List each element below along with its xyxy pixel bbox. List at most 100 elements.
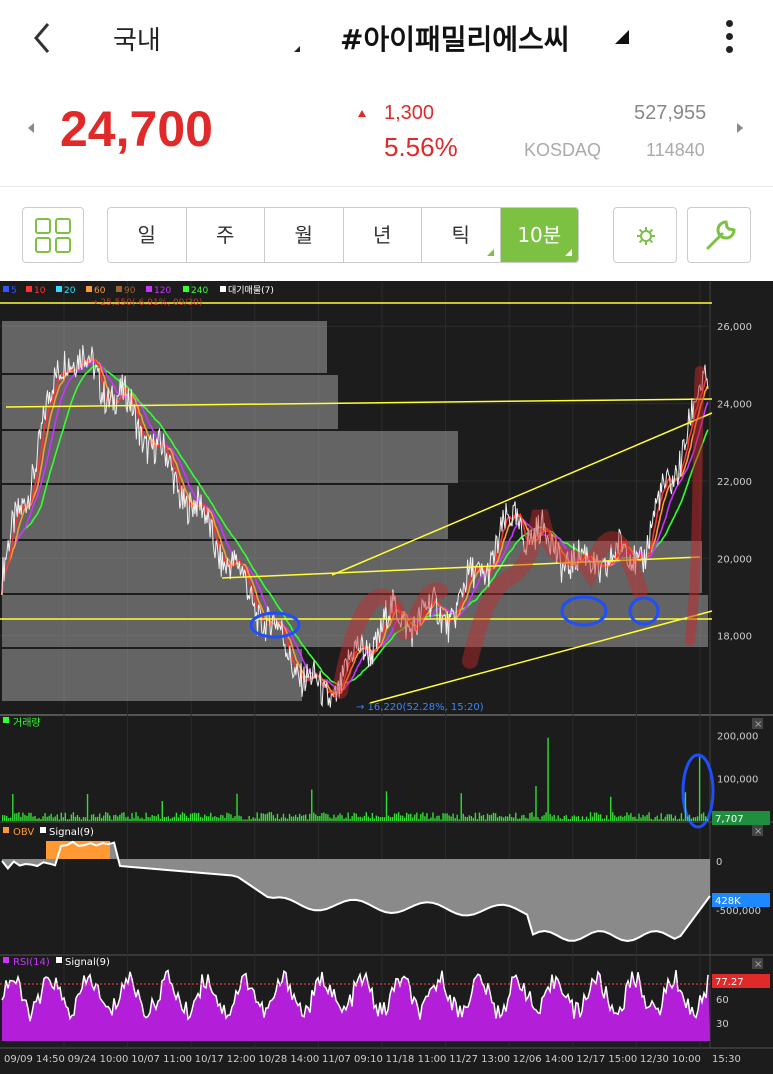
volume-bar [387,815,390,821]
settings-gear-icon[interactable] [613,207,677,263]
volume-bar [468,815,471,821]
volume-bar [169,818,172,821]
tab-period-0[interactable]: 일 [108,208,187,262]
volume-bar [700,813,703,821]
tab-period-2[interactable]: 월 [265,208,344,262]
tab-label: 월 [294,223,313,247]
volume-current-value: 7,707 [715,814,744,825]
volume-bar [509,813,511,821]
volume-bar [484,819,487,821]
volume-bar [696,816,699,821]
volume-bar [389,817,392,821]
supply-zone-bar [2,649,302,701]
volume-bar [242,819,244,821]
volume-bar [656,815,658,821]
volume-bar [704,816,707,821]
volume-bar [385,791,388,821]
volume-bar [682,819,685,821]
volume-bar [666,814,668,821]
volume-bar [270,812,273,821]
volume-bar [230,814,232,821]
volume-bar [616,817,618,821]
volume-bar [686,816,689,821]
wrench-icon[interactable] [687,207,751,263]
panel-close-icons[interactable]: × × × [752,718,763,970]
tab-period-3[interactable]: 년 [344,208,422,262]
legend-label: 20 [64,286,76,296]
next-stock-icon[interactable] [737,123,743,133]
volume-bar [660,813,662,821]
legend-swatch [116,286,122,292]
volume-bar [345,817,347,821]
volume-bar [313,812,315,821]
volume-bar [66,819,69,821]
volume-bar [648,812,650,821]
obv-label: OBV [13,827,34,838]
volume-bar [470,816,473,821]
tab-period-5[interactable]: 10분 [500,208,578,262]
volume-bar [107,812,109,821]
chart-canvas[interactable]: 5 10 20 60 90 120 240 대기매물(7) → 25,550(-6.91%, … [0,281,773,1074]
volume-bar [452,813,454,821]
volume-bar [599,814,602,821]
volume-bar [317,816,319,821]
legend-swatch [220,286,226,292]
prev-stock-icon[interactable] [28,123,34,133]
volume-bar [199,816,202,821]
market-dropdown-icon[interactable] [294,46,300,52]
volume-bar [428,818,430,821]
volume-bar [351,815,353,821]
menu-dots-icon[interactable] [722,20,736,56]
tab-period-4[interactable]: 틱 [422,208,501,262]
volume-bar [32,816,34,821]
volume-bar [359,816,361,821]
volume-bar [375,815,378,821]
volume-bar [408,814,410,821]
volume-bar [343,818,345,821]
svg-text:×: × [754,826,762,837]
volume-bar [688,814,691,821]
volume-bar [210,812,212,821]
legend-swatch [3,286,9,292]
legend-label: 120 [154,286,171,296]
volume-bar [397,812,400,821]
stock-chart[interactable]: 5 10 20 60 90 120 240 대기매물(7) → 25,550(-6.91%, … [0,281,773,1074]
volume-bar [62,817,64,821]
volume-bar [573,815,576,821]
volume-bar [634,816,636,821]
volume-bar [204,814,206,821]
volume-bar [20,816,22,821]
volume-bar [478,812,481,821]
volume-legend-swatch [3,717,9,723]
volume-bar [339,813,341,821]
volume-bar [161,801,163,821]
back-icon[interactable] [28,18,58,58]
rsi-signal-swatch [56,957,62,963]
tab-period-1[interactable]: 주 [187,208,265,262]
volume-bar [6,815,8,821]
market-selector[interactable]: 국내 [113,20,161,57]
stock-name[interactable]: #아이패밀리에스씨 [340,18,570,58]
volume-bar [48,815,50,821]
volume-bar [448,815,450,821]
stock-dropdown-icon[interactable] [615,30,629,44]
volume-bar [206,816,208,821]
grid-icon[interactable] [22,207,84,263]
ma-legend: 5 10 20 60 90 120 240 대기매물(7) [3,285,274,296]
volume-bar [100,817,103,821]
legend-swatch [146,286,152,292]
volume-bar [302,815,305,821]
volume-bar [149,817,151,821]
volume-bar [432,812,434,821]
volume-bar [238,815,240,821]
volume-bar [96,816,99,821]
volume-bar [280,817,283,821]
volume-bar [502,817,505,821]
volume-bar [603,818,606,821]
volume-bar [369,818,372,821]
quote-bar: 24,700 1,300 5.56% 527,955 KOSDAQ 114840 [0,80,773,184]
date-tick-label: 12/06 14:00 [513,1054,574,1065]
volume-bar [8,817,10,821]
volume-bar [307,819,309,821]
volume-bar [563,815,565,821]
